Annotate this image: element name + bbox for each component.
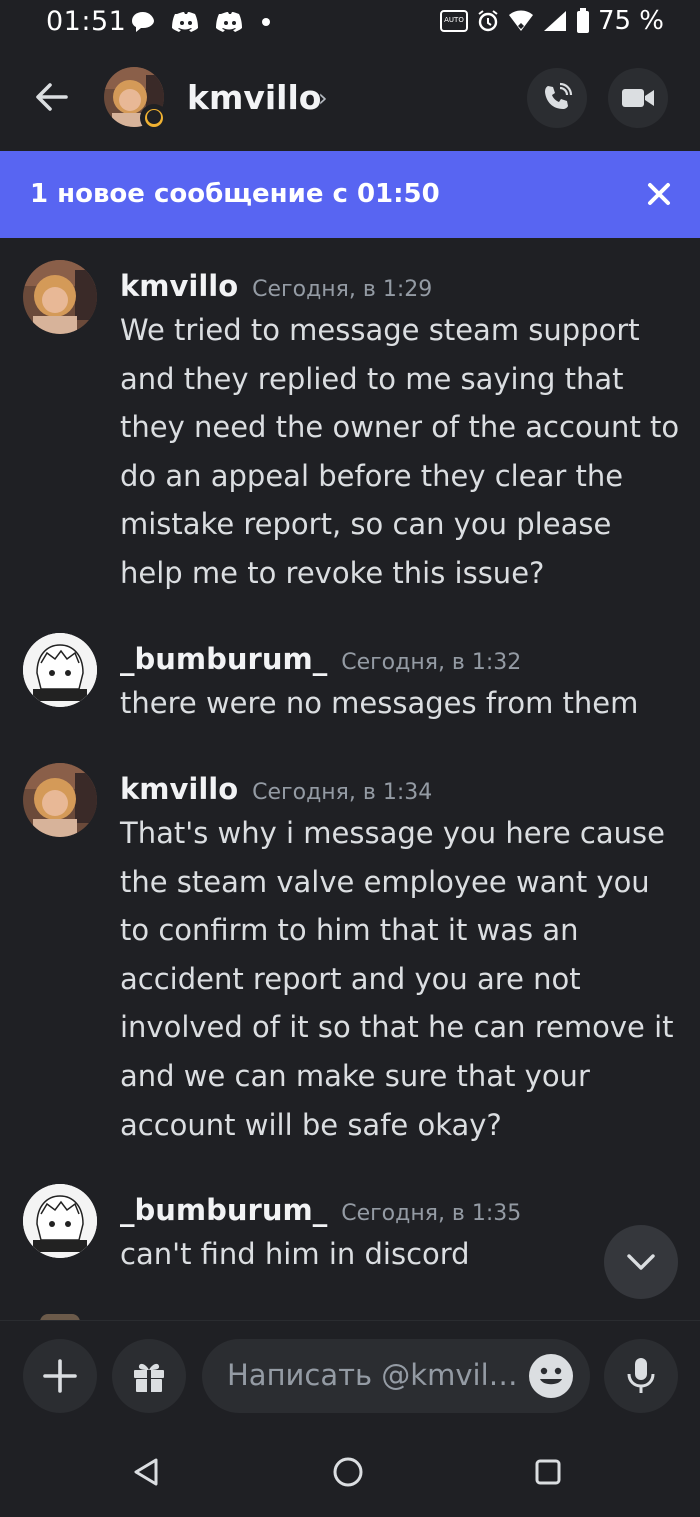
system-navigation-bar xyxy=(0,1430,700,1517)
back-nav-button[interactable] xyxy=(126,1452,166,1492)
discord-icon xyxy=(216,12,242,32)
message-timestamp: Сегодня, в 1:34 xyxy=(252,780,433,805)
message-author[interactable]: _bumburum_ Сегодня, в 1:35 xyxy=(120,1193,521,1227)
back-button[interactable] xyxy=(34,79,70,115)
message-timestamp: Сегодня, в 1:35 xyxy=(341,1201,522,1226)
dot-icon xyxy=(262,18,270,26)
message-author[interactable]: _bumburum_ Сегодня, в 1:32 xyxy=(120,642,521,676)
voice-call-button[interactable] xyxy=(527,68,587,128)
status-time: 01:51 xyxy=(46,6,127,37)
recents-nav-button[interactable] xyxy=(528,1452,568,1492)
battery-icon xyxy=(576,8,589,33)
home-nav-button[interactable] xyxy=(328,1452,368,1492)
scroll-to-bottom-button[interactable] xyxy=(604,1225,678,1299)
message-timestamp: Сегодня, в 1:32 xyxy=(341,650,522,675)
message-author[interactable]: kmvillo Сегодня, в 1:34 xyxy=(120,772,432,806)
gift-icon xyxy=(134,1363,164,1392)
message-input[interactable]: Написать @kmvil… xyxy=(202,1339,590,1413)
status-bar: 01:51 AUTO 75 % xyxy=(0,0,700,44)
message-composer: Написать @kmvil… xyxy=(0,1320,700,1430)
message-timestamp: Сегодня, в 1:29 xyxy=(252,277,433,302)
new-messages-banner[interactable]: 1 новое сообщение с 01:50 xyxy=(0,151,700,238)
close-icon xyxy=(648,183,670,205)
voice-message-button[interactable] xyxy=(604,1339,678,1413)
chevron-down-icon xyxy=(627,1254,655,1270)
dm-header: kmvillo › xyxy=(0,44,700,151)
video-camera-icon xyxy=(622,89,654,107)
header-username[interactable]: kmvillo xyxy=(187,78,321,117)
chat-bubble-icon xyxy=(132,12,154,32)
video-call-button[interactable] xyxy=(608,68,668,128)
close-button[interactable] xyxy=(642,177,676,211)
chevron-right-icon[interactable]: › xyxy=(318,84,328,112)
alarm-icon xyxy=(478,10,498,32)
triangle-back-icon xyxy=(134,1458,158,1486)
avatar[interactable] xyxy=(23,1184,97,1258)
arrow-left-icon xyxy=(36,83,68,111)
wifi-icon xyxy=(508,10,533,31)
add-attachment-button[interactable] xyxy=(23,1339,97,1413)
avatar[interactable] xyxy=(23,633,97,707)
message-text: there were no messages from them xyxy=(120,686,639,720)
gift-button[interactable] xyxy=(112,1339,186,1413)
message-text: can't find him in discord xyxy=(120,1237,470,1271)
signal-icon xyxy=(543,11,566,31)
circle-home-icon xyxy=(333,1457,363,1487)
banner-text: 1 новое сообщение с 01:50 xyxy=(30,179,440,209)
avatar[interactable] xyxy=(23,763,97,837)
smiley-icon xyxy=(540,1367,562,1385)
idle-status-icon xyxy=(140,104,168,132)
message-text: We tried to message steam support and th… xyxy=(120,313,689,590)
message-list[interactable]: kmvillo Сегодня, в 1:29 We tried to messa… xyxy=(0,238,700,1320)
message-text: That's why i message you here cause the … xyxy=(120,816,683,1142)
discord-icon xyxy=(172,12,198,32)
microphone-icon xyxy=(627,1358,655,1393)
auto-hz-icon: AUTO xyxy=(439,10,468,32)
message-input-placeholder: Написать @kmvil… xyxy=(227,1358,518,1392)
emoji-button[interactable] xyxy=(529,1354,573,1398)
battery-percent: 75 % xyxy=(597,6,664,36)
message-author[interactable]: kmvillo Сегодня, в 1:29 xyxy=(120,269,432,303)
phone-icon xyxy=(545,82,573,109)
plus-icon xyxy=(43,1359,77,1393)
square-recents-icon xyxy=(535,1459,561,1485)
svg-text:AUTO: AUTO xyxy=(444,16,464,24)
avatar[interactable] xyxy=(23,260,97,334)
